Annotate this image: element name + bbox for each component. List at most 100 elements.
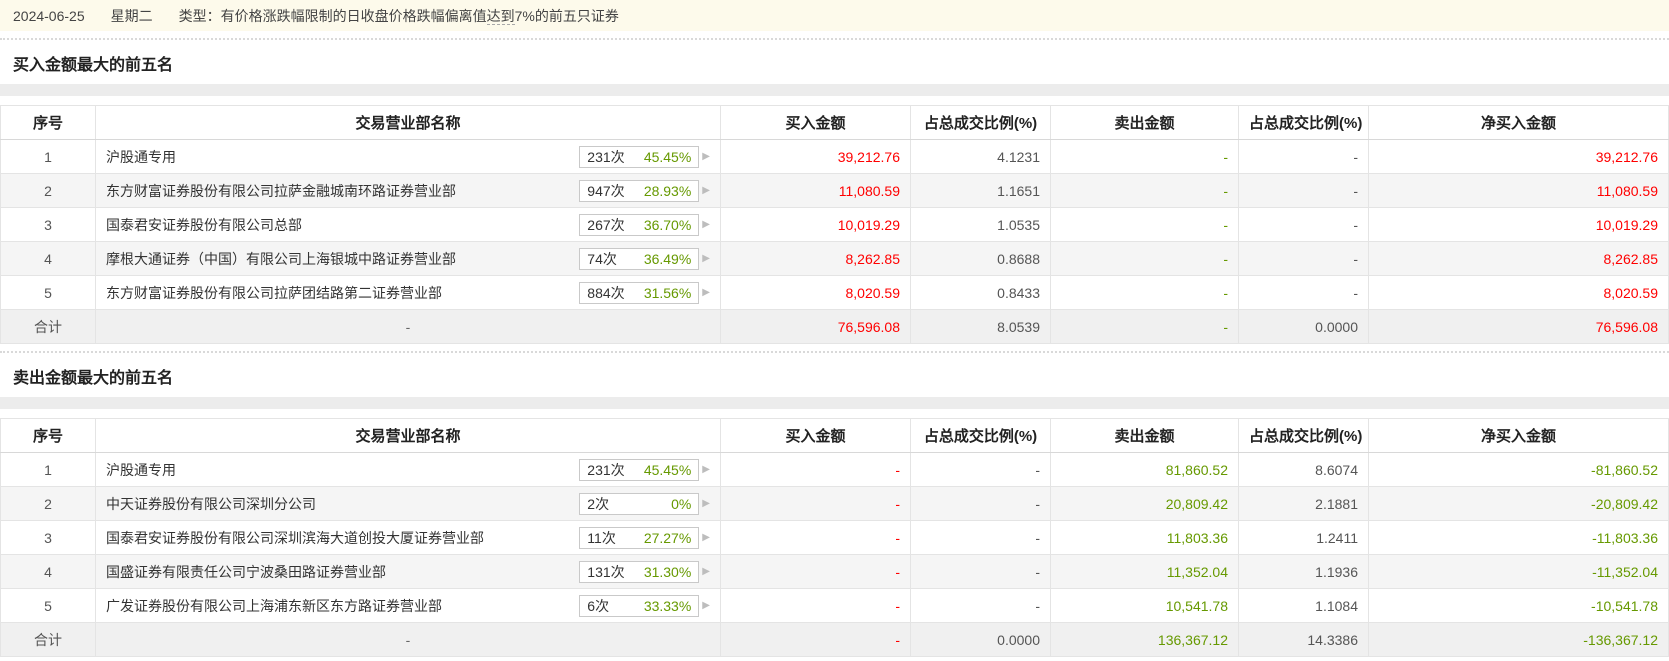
buy-ratio-cell: - <box>910 520 1051 555</box>
type-label: 类型： <box>178 7 221 24</box>
appearance-count: 947次 <box>587 182 625 199</box>
win-rate: 31.30% <box>643 563 692 580</box>
appearance-count: 131次 <box>587 563 625 580</box>
col-sell-ratio: 占总成交比例(%) <box>1238 418 1369 453</box>
net-amount-cell: 39,212.76 <box>1368 139 1669 174</box>
chevron-right-icon: ▶ <box>702 464 710 475</box>
rank-cell: 3 <box>0 520 96 555</box>
table-row: 5 东方财富证券股份有限公司拉萨团结路第二证券营业部 884次 31.56% ▶… <box>0 275 1669 310</box>
col-buy-ratio: 占总成交比例(%) <box>910 418 1051 453</box>
table-row: 1 沪股通专用 231次 45.45% ▶ - - 81,860.52 8.60… <box>0 452 1669 487</box>
buy-ratio-cell: 4.1231 <box>910 139 1051 174</box>
buy-ratio-cell: 1.0535 <box>910 207 1051 242</box>
chevron-right-icon: ▶ <box>702 219 710 230</box>
appearance-count: 884次 <box>587 284 625 301</box>
branch-cell: 摩根大通证券（中国）有限公司上海银城中路证券营业部 74次 36.49% ▶ <box>95 241 721 276</box>
branch-cell: 沪股通专用 231次 45.45% ▶ <box>95 139 721 174</box>
table-row: 2 东方财富证券股份有限公司拉萨金融城南环路证券营业部 947次 28.93% … <box>0 173 1669 208</box>
net-amount-cell: 10,019.29 <box>1368 207 1669 242</box>
rank-cell: 4 <box>0 241 96 276</box>
net-amount-cell: -136,367.12 <box>1368 622 1669 657</box>
appearance-badge[interactable]: 267次 36.70% <box>579 213 700 236</box>
appearance-badge[interactable]: 2次 0% <box>579 492 700 515</box>
appearance-count: 2次 <box>587 495 610 512</box>
buy-ratio-cell: 0.8688 <box>910 241 1051 276</box>
sell-ratio-cell: - <box>1238 207 1369 242</box>
buy-amount-cell: 11,080.59 <box>720 173 911 208</box>
date-type-bar: 2024-06-25 星期二 类型： 有价格涨跌幅限制的日收盘价格跌幅偏离值达到… <box>0 0 1669 31</box>
appearance-count: 74次 <box>587 250 617 267</box>
col-branch-name: 交易营业部名称 <box>95 105 721 140</box>
branch-name: 国泰君安证券股份有限公司总部 <box>106 216 302 233</box>
branch-name: 东方财富证券股份有限公司拉萨团结路第二证券营业部 <box>106 284 442 301</box>
branch-cell: 沪股通专用 231次 45.45% ▶ <box>95 452 721 487</box>
sell-amount-cell: - <box>1050 241 1239 276</box>
sell-ratio-cell: 1.2411 <box>1238 520 1369 555</box>
total-label: 合计 <box>0 622 96 657</box>
appearance-count: 11次 <box>587 529 616 546</box>
appearance-badge[interactable]: 231次 45.45% <box>579 145 700 168</box>
col-sell-amount: 卖出金额 <box>1050 105 1239 140</box>
col-buy-amount: 买入金额 <box>720 105 911 140</box>
buy-section-header: 买入金额最大的前五名 <box>0 38 1669 84</box>
total-row: 合计 - - 0.0000 136,367.12 14.3386 -136,36… <box>0 622 1669 657</box>
buy-table-header-row: 序号 交易营业部名称 买入金额 占总成交比例(%) 卖出金额 占总成交比例(%)… <box>0 105 1669 140</box>
sell-ratio-cell: 0.0000 <box>1238 309 1369 344</box>
buy-amount-cell: - <box>720 554 911 589</box>
appearance-badge[interactable]: 231次 45.45% <box>579 458 700 481</box>
rank-cell: 3 <box>0 207 96 242</box>
total-branch-cell: - <box>95 309 721 344</box>
appearance-badge[interactable]: 884次 31.56% <box>579 281 700 304</box>
col-net-amount: 净买入金额 <box>1368 105 1669 140</box>
win-rate: 0% <box>671 495 692 512</box>
appearance-count: 6次 <box>587 597 610 614</box>
net-amount-cell: -11,803.36 <box>1368 520 1669 555</box>
sell-section-header: 卖出金额最大的前五名 <box>0 351 1669 397</box>
buy-ratio-cell: 0.0000 <box>910 622 1051 657</box>
table-row: 4 国盛证券有限责任公司宁波桑田路证券营业部 131次 31.30% ▶ - -… <box>0 554 1669 589</box>
branch-name: 沪股通专用 <box>106 461 176 478</box>
buy-amount-cell: - <box>720 588 911 623</box>
buy-amount-cell: 76,596.08 <box>720 309 911 344</box>
col-branch-name: 交易营业部名称 <box>95 418 721 453</box>
net-amount-cell: -20,809.42 <box>1368 486 1669 521</box>
col-rank: 序号 <box>0 105 96 140</box>
sell-amount-cell: 11,803.36 <box>1050 520 1239 555</box>
branch-name: 国盛证券有限责任公司宁波桑田路证券营业部 <box>106 563 386 580</box>
appearance-badge[interactable]: 74次 36.49% <box>579 247 700 270</box>
section-divider-strip <box>0 84 1669 96</box>
rank-cell: 2 <box>0 173 96 208</box>
table-row: 2 中天证券股份有限公司深圳分公司 2次 0% ▶ - - 20,809.42 … <box>0 486 1669 521</box>
sell-ratio-cell: - <box>1238 139 1369 174</box>
weekday-label: 星期二 <box>110 7 153 24</box>
sell-amount-cell: 11,352.04 <box>1050 554 1239 589</box>
branch-name: 国泰君安证券股份有限公司深圳滨海大道创投大厦证券营业部 <box>106 529 484 546</box>
table-row: 1 沪股通专用 231次 45.45% ▶ 39,212.76 4.1231 -… <box>0 139 1669 174</box>
net-amount-cell: 8,262.85 <box>1368 241 1669 276</box>
buy-ratio-cell: - <box>910 486 1051 521</box>
sell-amount-cell: - <box>1050 139 1239 174</box>
win-rate: 45.45% <box>643 461 692 478</box>
net-amount-cell: 8,020.59 <box>1368 275 1669 310</box>
buy-ratio-cell: 8.0539 <box>910 309 1051 344</box>
net-amount-cell: -11,352.04 <box>1368 554 1669 589</box>
net-amount-cell: 76,596.08 <box>1368 309 1669 344</box>
branch-cell: 国盛证券有限责任公司宁波桑田路证券营业部 131次 31.30% ▶ <box>95 554 721 589</box>
branch-name: 广发证券股份有限公司上海浦东新区东方路证券营业部 <box>106 597 442 614</box>
buy-amount-cell: - <box>720 520 911 555</box>
col-rank: 序号 <box>0 418 96 453</box>
table-row: 3 国泰君安证券股份有限公司总部 267次 36.70% ▶ 10,019.29… <box>0 207 1669 242</box>
sell-amount-cell: 136,367.12 <box>1050 622 1239 657</box>
appearance-badge[interactable]: 11次 27.27% <box>579 526 700 549</box>
sell-ratio-cell: - <box>1238 241 1369 276</box>
appearance-badge[interactable]: 131次 31.30% <box>579 560 700 583</box>
appearance-badge[interactable]: 6次 33.33% <box>579 594 700 617</box>
appearance-count: 267次 <box>587 216 625 233</box>
appearance-badge[interactable]: 947次 28.93% <box>579 179 700 202</box>
sell-ratio-cell: 1.1084 <box>1238 588 1369 623</box>
date-label: 2024-06-25 <box>13 7 85 24</box>
type-text: 有价格涨跌幅限制的日收盘价格跌幅偏离值达到7%的前五只证券 <box>220 7 619 25</box>
section-divider-strip <box>0 397 1669 409</box>
sell-table: 序号 交易营业部名称 买入金额 占总成交比例(%) 卖出金额 占总成交比例(%)… <box>0 418 1669 657</box>
buy-amount-cell: 8,262.85 <box>720 241 911 276</box>
